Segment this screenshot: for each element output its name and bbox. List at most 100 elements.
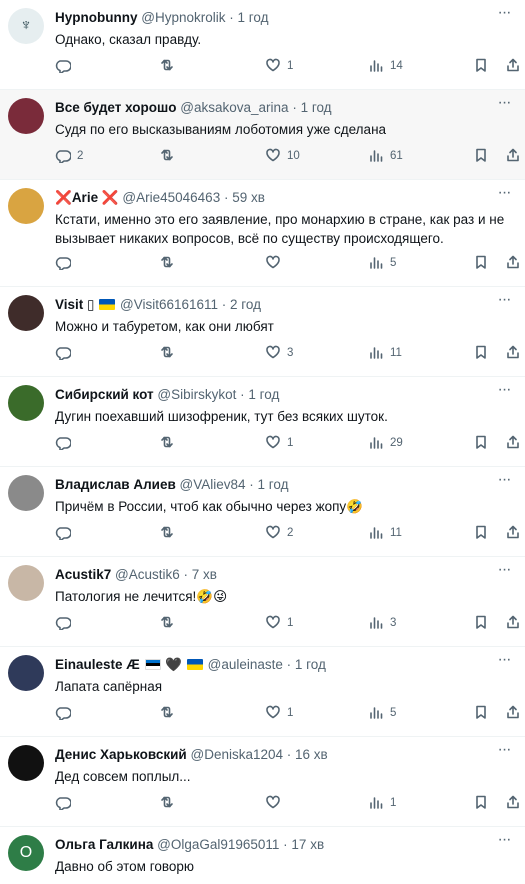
reply-button[interactable] <box>55 794 77 812</box>
timestamp[interactable]: 1 год <box>301 100 332 115</box>
reply-button[interactable] <box>55 524 77 542</box>
display-name[interactable]: Денис Харьковский <box>55 747 187 762</box>
retweet-button[interactable] <box>159 147 181 165</box>
share-button[interactable] <box>505 254 521 272</box>
avatar[interactable] <box>8 565 44 601</box>
user-handle[interactable]: @Sibirskykot <box>157 387 236 402</box>
reply-button[interactable] <box>55 614 77 632</box>
timestamp[interactable]: 59 хв <box>232 190 265 205</box>
like-button[interactable]: 1 <box>265 704 293 722</box>
display-name[interactable]: Acustik7 <box>55 567 111 582</box>
avatar[interactable] <box>8 98 44 134</box>
timestamp[interactable]: 1 год <box>295 657 326 672</box>
like-button[interactable]: 1 <box>265 57 293 75</box>
tweet[interactable]: Владислав Алиев @VAliev84 · 1 год ··· Прич… <box>0 467 525 557</box>
views-button[interactable]: 11 <box>368 344 402 362</box>
retweet-button[interactable] <box>159 434 181 452</box>
user-handle[interactable]: @Acustik6 <box>115 567 180 582</box>
tweet[interactable]: Денис Харьковский @Deniska1204 · 16 хв ··… <box>0 737 525 827</box>
avatar[interactable] <box>8 655 44 691</box>
user-handle[interactable]: @auleinaste <box>208 657 283 672</box>
share-button[interactable] <box>505 614 521 632</box>
display-name[interactable]: Visit <box>55 297 83 312</box>
bookmark-button[interactable] <box>473 794 489 812</box>
reply-button[interactable] <box>55 434 77 452</box>
timestamp[interactable]: 2 год <box>230 297 261 312</box>
user-handle[interactable]: @Visit66161611 <box>120 297 218 312</box>
avatar[interactable] <box>8 475 44 511</box>
avatar[interactable] <box>8 188 44 224</box>
tweet[interactable]: Einauleste Æ 🖤 @auleinaste · 1 год ··· Лап… <box>0 647 525 737</box>
tweet[interactable]: Все будет хорошо @aksakova_arina · 1 год… <box>0 90 525 180</box>
tweet[interactable]: Visit ▯ @Visit66161611 · 2 год ··· Можно и… <box>0 287 525 377</box>
user-handle[interactable]: @Hypnokrolik <box>141 10 225 25</box>
user-handle[interactable]: @aksakova_arina <box>180 100 288 115</box>
tweet[interactable]: ♆ Hypnobunny @Hypnokrolik · 1 год ··· Однак… <box>0 0 525 90</box>
more-options-icon[interactable]: ··· <box>493 185 515 204</box>
more-options-icon[interactable]: ··· <box>493 652 515 671</box>
share-button[interactable] <box>505 57 521 75</box>
user-handle[interactable]: @Arie45046463 <box>122 190 220 205</box>
avatar[interactable] <box>8 745 44 781</box>
more-options-icon[interactable]: ··· <box>493 742 515 761</box>
timestamp[interactable]: 1 год <box>238 10 269 25</box>
display-name[interactable]: Arie <box>72 190 98 205</box>
reply-button[interactable] <box>55 344 77 362</box>
share-button[interactable] <box>505 704 521 722</box>
like-button[interactable]: 1 <box>265 614 293 632</box>
views-button[interactable]: 5 <box>368 254 396 272</box>
display-name[interactable]: Hypnobunny <box>55 10 138 25</box>
tweet[interactable]: O Ольга Галкина @OlgaGal91965011 · 17 хв ·… <box>0 827 525 884</box>
like-button[interactable]: 10 <box>265 147 300 165</box>
retweet-button[interactable] <box>159 794 181 812</box>
views-button[interactable]: 29 <box>368 434 403 452</box>
retweet-button[interactable] <box>159 614 181 632</box>
share-button[interactable] <box>505 147 521 165</box>
retweet-button[interactable] <box>159 344 181 362</box>
bookmark-button[interactable] <box>473 344 489 362</box>
like-button[interactable]: 3 <box>265 344 293 362</box>
bookmark-button[interactable] <box>473 524 489 542</box>
bookmark-button[interactable] <box>473 57 489 75</box>
tweet[interactable]: ❌Arie ❌ @Arie45046463 · 59 хв ··· Кстати, … <box>0 180 525 287</box>
user-handle[interactable]: @VAliev84 <box>180 477 246 492</box>
views-button[interactable]: 11 <box>368 524 402 542</box>
reply-button[interactable] <box>55 57 77 75</box>
more-options-icon[interactable]: ··· <box>493 292 515 311</box>
tweet[interactable]: Acustik7 @Acustik6 · 7 хв ··· Патология не… <box>0 557 525 647</box>
avatar[interactable] <box>8 295 44 331</box>
views-button[interactable]: 61 <box>368 147 403 165</box>
like-button[interactable]: 2 <box>265 524 293 542</box>
like-button[interactable] <box>265 794 287 812</box>
tweet[interactable]: Сибирский кот @Sibirskykot · 1 год ··· Дуг… <box>0 377 525 467</box>
avatar[interactable] <box>8 385 44 421</box>
avatar[interactable]: O <box>8 835 44 871</box>
reply-button[interactable] <box>55 254 77 272</box>
more-options-icon[interactable]: ··· <box>493 95 515 114</box>
views-button[interactable]: 5 <box>368 704 396 722</box>
bookmark-button[interactable] <box>473 614 489 632</box>
timestamp[interactable]: 16 хв <box>295 747 328 762</box>
share-button[interactable] <box>505 344 521 362</box>
retweet-button[interactable] <box>159 57 181 75</box>
like-button[interactable] <box>265 254 287 272</box>
more-options-icon[interactable]: ··· <box>493 472 515 491</box>
timestamp[interactable]: 17 хв <box>291 837 324 852</box>
more-options-icon[interactable]: ··· <box>493 832 515 851</box>
timestamp[interactable]: 7 хв <box>192 567 217 582</box>
user-handle[interactable]: @Deniska1204 <box>190 747 283 762</box>
avatar[interactable]: ♆ <box>8 8 44 44</box>
display-name[interactable]: Einauleste Æ <box>55 657 140 672</box>
retweet-button[interactable] <box>159 704 181 722</box>
display-name[interactable]: Владислав Алиев <box>55 477 176 492</box>
bookmark-button[interactable] <box>473 704 489 722</box>
timestamp[interactable]: 1 год <box>258 477 289 492</box>
retweet-button[interactable] <box>159 254 181 272</box>
user-handle[interactable]: @OlgaGal91965011 <box>157 837 279 852</box>
more-options-icon[interactable]: ··· <box>493 5 515 24</box>
timestamp[interactable]: 1 год <box>248 387 279 402</box>
share-button[interactable] <box>505 434 521 452</box>
reply-button[interactable] <box>55 704 77 722</box>
bookmark-button[interactable] <box>473 147 489 165</box>
bookmark-button[interactable] <box>473 254 489 272</box>
